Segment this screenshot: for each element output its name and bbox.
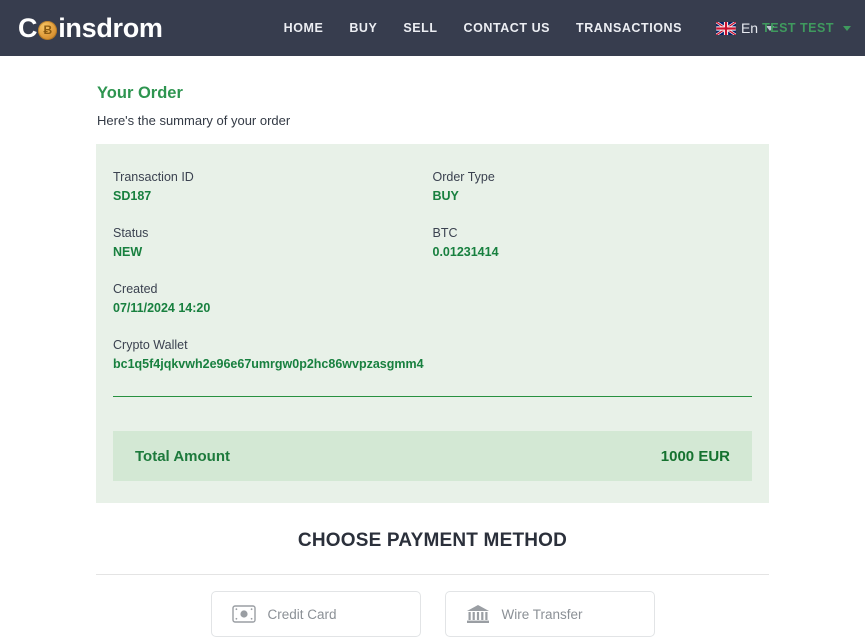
field-value: SD187	[113, 189, 152, 203]
nav-buy[interactable]: BUY	[349, 21, 377, 35]
user-menu[interactable]: TEST TEST	[762, 21, 851, 35]
uk-flag-icon	[715, 21, 736, 35]
order-fields-grid: Transaction ID SD187 Order Type BUY Stat…	[113, 170, 752, 371]
payment-method-label: Wire Transfer	[501, 606, 583, 622]
order-field-order-type: Order Type BUY	[433, 170, 753, 203]
language-label: En	[740, 20, 759, 36]
total-amount-value: 1000 EUR	[660, 447, 730, 465]
field-value: BUY	[432, 189, 459, 203]
field-label: Status	[113, 226, 149, 240]
coin-icon-glyph: Ƀ	[43, 23, 53, 37]
order-field-crypto-wallet: Crypto Wallet bc1q5f4jqkvwh2e96e67umrgw0…	[113, 338, 752, 371]
site-header: C Ƀ insdrom HOME BUY SELL CONTACT US TRA…	[0, 0, 865, 56]
order-field-status: Status NEW	[113, 226, 433, 259]
field-label: Created	[113, 282, 158, 296]
payment-method-wire-transfer[interactable]: Wire Transfer	[444, 591, 655, 637]
field-label: Crypto Wallet	[113, 338, 188, 352]
order-field-transaction-id: Transaction ID SD187	[113, 170, 433, 203]
payment-methods: Credit Card Wire Transfer	[96, 591, 769, 637]
order-field-btc: BTC 0.01231414	[433, 226, 753, 259]
order-summary-card: Transaction ID SD187 Order Type BUY Stat…	[96, 144, 769, 503]
nav-transactions[interactable]: TRANSACTIONS	[576, 21, 682, 35]
user-name: TEST TEST	[762, 21, 834, 35]
credit-card-icon	[231, 605, 256, 623]
page-title: Your Order	[97, 84, 183, 102]
card-divider	[113, 396, 752, 397]
field-label: Transaction ID	[113, 170, 194, 184]
site-logo[interactable]: C Ƀ insdrom	[18, 13, 163, 44]
nav-contact-us[interactable]: CONTACT US	[464, 21, 551, 35]
field-label: Order Type	[432, 170, 495, 184]
logo-text-second: insdrom	[58, 12, 163, 43]
chevron-down-icon	[843, 25, 851, 31]
page-subtitle: Here's the summary of your order	[97, 113, 291, 128]
total-amount-label: Total Amount	[135, 447, 230, 465]
payment-method-credit-card[interactable]: Credit Card	[210, 591, 421, 637]
main-navigation: HOME BUY SELL CONTACT US TRANSACTIONS	[284, 21, 682, 35]
field-label: BTC	[432, 226, 458, 240]
logo-text-first: C	[18, 12, 38, 43]
coin-icon: Ƀ	[38, 20, 58, 40]
bank-icon	[466, 605, 489, 623]
nav-home[interactable]: HOME	[284, 21, 324, 35]
payment-method-label: Credit Card	[267, 606, 337, 622]
total-amount-bar: Total Amount 1000 EUR	[113, 431, 752, 481]
page-content: Your Order Here's the summary of your or…	[0, 84, 865, 637]
field-value: NEW	[113, 245, 143, 259]
field-value: 0.01231414	[432, 245, 499, 259]
payment-section-heading: CHOOSE PAYMENT METHOD	[297, 530, 568, 551]
field-value: 07/11/2024 14:20	[113, 301, 211, 315]
order-field-created: Created 07/11/2024 14:20	[113, 282, 752, 315]
nav-sell[interactable]: SELL	[403, 21, 437, 35]
section-divider	[96, 574, 769, 575]
field-value: bc1q5f4jqkvwh2e96e67umrgw0p2hc86wvpzasgm…	[113, 357, 424, 371]
